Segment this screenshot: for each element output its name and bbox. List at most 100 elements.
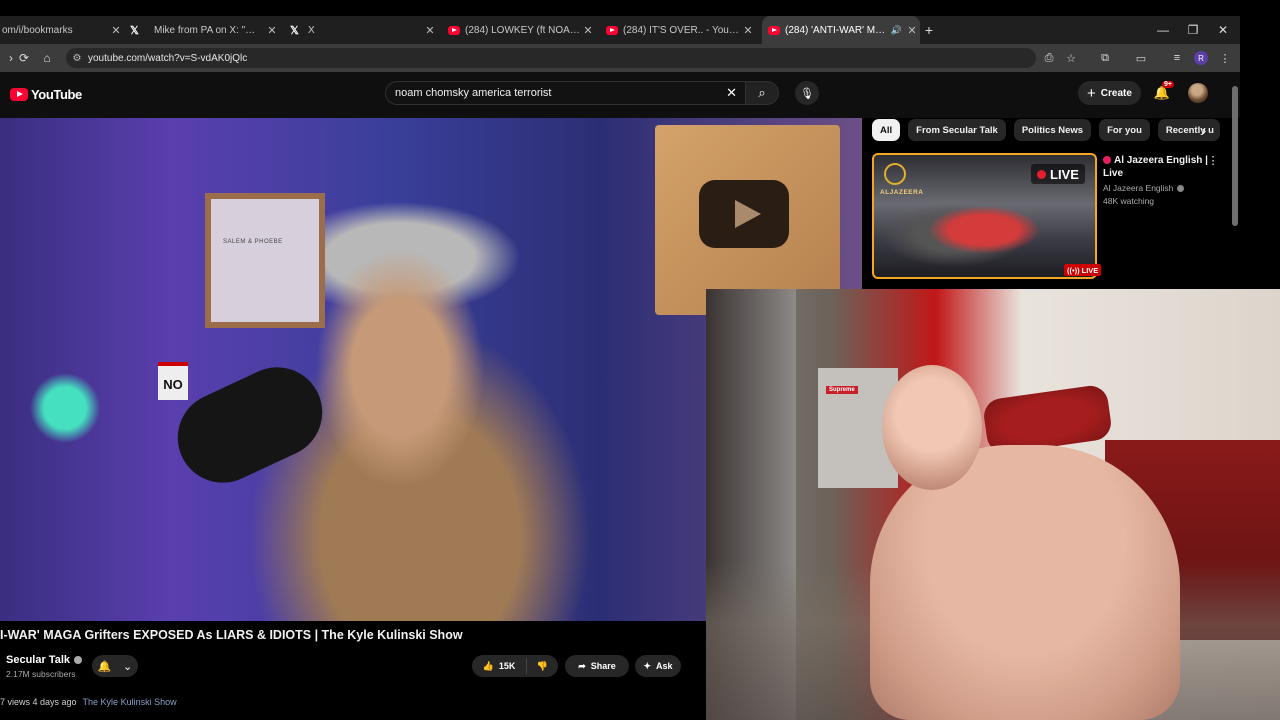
plus-icon: +: [924, 22, 934, 38]
wall-picture-frame: SALEM & PHOEBE: [205, 193, 325, 328]
channel-name[interactable]: Secular Talk: [6, 654, 82, 666]
youtube-logo[interactable]: YouTube: [10, 86, 82, 102]
x-logo-icon: 𝕏: [290, 24, 299, 37]
frame-caption: SALEM & PHOEBE: [223, 239, 283, 245]
chevron-right-icon[interactable]: ›: [1196, 122, 1212, 138]
youtube-icon: [606, 25, 618, 35]
fridge-sticker: Supreme: [826, 386, 858, 394]
chip-politics-news[interactable]: Politics News: [1013, 119, 1092, 141]
tab-bookmarks[interactable]: om/i/bookmarks ✕: [0, 16, 124, 44]
tab-lowkey[interactable]: (284) LOWKEY (ft NOAM CHOMSKY) ✕: [448, 16, 596, 44]
clear-search-icon[interactable]: ✕: [726, 85, 737, 101]
thumbs-down-icon: 👎: [536, 660, 549, 671]
chip-from-secular-talk[interactable]: From Secular Talk: [908, 119, 1006, 141]
views-date: 7 views 4 days ago: [0, 697, 77, 707]
live-overlay-label: LIVE: [1050, 166, 1079, 182]
thumb-logo-text: ALJAZEERA: [880, 189, 924, 196]
notifications-button[interactable]: 🔔 9+: [1152, 81, 1174, 103]
create-button[interactable]: + Create: [1078, 81, 1141, 105]
tab-x-post[interactable]: 𝕏 Mike from PA on X: "@DylanBurnsPA ✕: [130, 16, 280, 44]
recommended-channel[interactable]: Al Jazeera English: [1103, 183, 1185, 193]
account-avatar[interactable]: [1188, 83, 1208, 103]
recommended-channel-label: Al Jazeera English: [1103, 183, 1174, 193]
like-button[interactable]: 👍 15K: [472, 658, 527, 674]
youtube-icon: [448, 25, 460, 35]
share-label: Share: [590, 661, 616, 671]
live-dot-icon: [1037, 169, 1046, 179]
recommended-title[interactable]: Al Jazeera English | Live: [1103, 154, 1213, 180]
share-button[interactable]: ➦ Share: [565, 655, 629, 677]
search-button[interactable]: ⌕: [745, 81, 779, 105]
url-text: youtube.com/watch?v=S-vdAK0jQlc: [88, 52, 248, 64]
plus-icon: +: [1087, 84, 1096, 102]
dislike-button[interactable]: 👎: [527, 661, 558, 672]
tab-x[interactable]: 𝕏 X ✕: [290, 16, 438, 44]
chip-for-you[interactable]: For you: [1099, 119, 1150, 141]
search-box[interactable]: ✕: [385, 81, 745, 105]
recommended-viewers: 48K watching: [1103, 196, 1155, 206]
close-icon[interactable]: ✕: [904, 24, 920, 37]
minimize-button[interactable]: —: [1148, 16, 1178, 44]
video-title: I-WAR' MAGA Grifters EXPOSED As LIARS & …: [0, 628, 463, 642]
filter-chips: All From Secular Talk Politics News For …: [872, 119, 1220, 141]
close-icon[interactable]: ✕: [740, 24, 756, 37]
search-icon: ⌕: [758, 85, 766, 100]
subscription-bell-button[interactable]: 🔔 ⌄: [92, 655, 138, 677]
play-button-plaque: [655, 125, 840, 315]
live-signal-icon: ((•)): [1067, 265, 1080, 275]
x-logo-icon: 𝕏: [130, 24, 139, 37]
recommended-title-label: Al Jazeera English | Live: [1103, 155, 1208, 179]
live-badge-label: LIVE: [1081, 265, 1099, 275]
tab-its-over[interactable]: (284) IT'S OVER.. - YouTube ✕: [606, 16, 756, 44]
youtube-icon: [768, 25, 780, 35]
tab-title: (284) 'ANTI-WAR' MAGA Grifters: [785, 24, 889, 36]
profile-button[interactable]: R: [1190, 44, 1212, 72]
close-icon[interactable]: ✕: [580, 24, 596, 37]
speaker-icon[interactable]: 🔊: [891, 25, 902, 36]
restore-button[interactable]: ❐: [1178, 16, 1208, 44]
new-tab-button[interactable]: +: [920, 16, 938, 44]
create-label: Create: [1100, 87, 1132, 99]
close-window-button[interactable]: ✕: [1208, 16, 1238, 44]
menu-kebab-icon[interactable]: ⋮: [1214, 44, 1236, 72]
tab-anti-war-active[interactable]: (284) 'ANTI-WAR' MAGA Grifters 🔊 ✕: [762, 16, 920, 44]
chip-all[interactable]: All: [872, 119, 901, 141]
no-sign: NO: [158, 362, 188, 400]
plaque-play-icon: [699, 180, 789, 248]
bell-icon: 🔔: [97, 660, 112, 673]
microphone-icon: 🎙: [800, 87, 814, 100]
search-input[interactable]: [386, 86, 717, 100]
like-count: 15K: [498, 661, 516, 671]
reload-icon[interactable]: ⟳: [13, 44, 35, 72]
side-panel-icon[interactable]: ▭: [1130, 44, 1152, 72]
subscriber-count: 2.17M subscribers: [6, 669, 76, 679]
ask-button[interactable]: ✦ Ask: [635, 655, 681, 677]
video-meta: 7 views 4 days ago The Kyle Kulinski Show: [0, 697, 177, 707]
extensions-icon[interactable]: ⧉: [1094, 44, 1116, 72]
close-icon[interactable]: ✕: [108, 24, 124, 37]
notification-badge: 9+: [1162, 81, 1174, 88]
close-icon[interactable]: ✕: [422, 24, 438, 37]
tab-title: om/i/bookmarks: [2, 24, 73, 36]
media-controls-icon[interactable]: ≡: [1166, 44, 1188, 72]
address-bar[interactable]: ⚙ youtube.com/watch?v=S-vdAK0jQlc: [66, 48, 1036, 68]
like-dislike-group: 👍 15K 👎: [472, 655, 558, 677]
home-icon[interactable]: ⌂: [36, 44, 58, 72]
live-overlay: LIVE: [1031, 164, 1085, 184]
voice-search-button[interactable]: 🎙: [795, 81, 819, 105]
close-icon[interactable]: ✕: [264, 24, 280, 37]
profile-avatar: R: [1194, 51, 1208, 65]
tab-title: (284) LOWKEY (ft NOAM CHOMSKY): [465, 24, 580, 36]
verified-icon: [1177, 184, 1185, 192]
install-app-icon[interactable]: ⎙: [1038, 44, 1060, 72]
screen-top-bar: [0, 0, 1240, 16]
tab-title: (284) IT'S OVER.. - YouTube: [623, 24, 740, 36]
meta-tag[interactable]: The Kyle Kulinski Show: [83, 697, 177, 707]
youtube-play-icon: [10, 87, 28, 101]
site-settings-icon[interactable]: ⚙: [66, 53, 88, 64]
bookmark-star-icon[interactable]: ☆: [1060, 44, 1082, 72]
more-options-icon[interactable]: ⋮: [1207, 154, 1219, 168]
channel-label: Secular Talk: [6, 654, 70, 666]
ask-label: Ask: [656, 661, 673, 671]
page-scrollbar[interactable]: [1232, 86, 1238, 226]
